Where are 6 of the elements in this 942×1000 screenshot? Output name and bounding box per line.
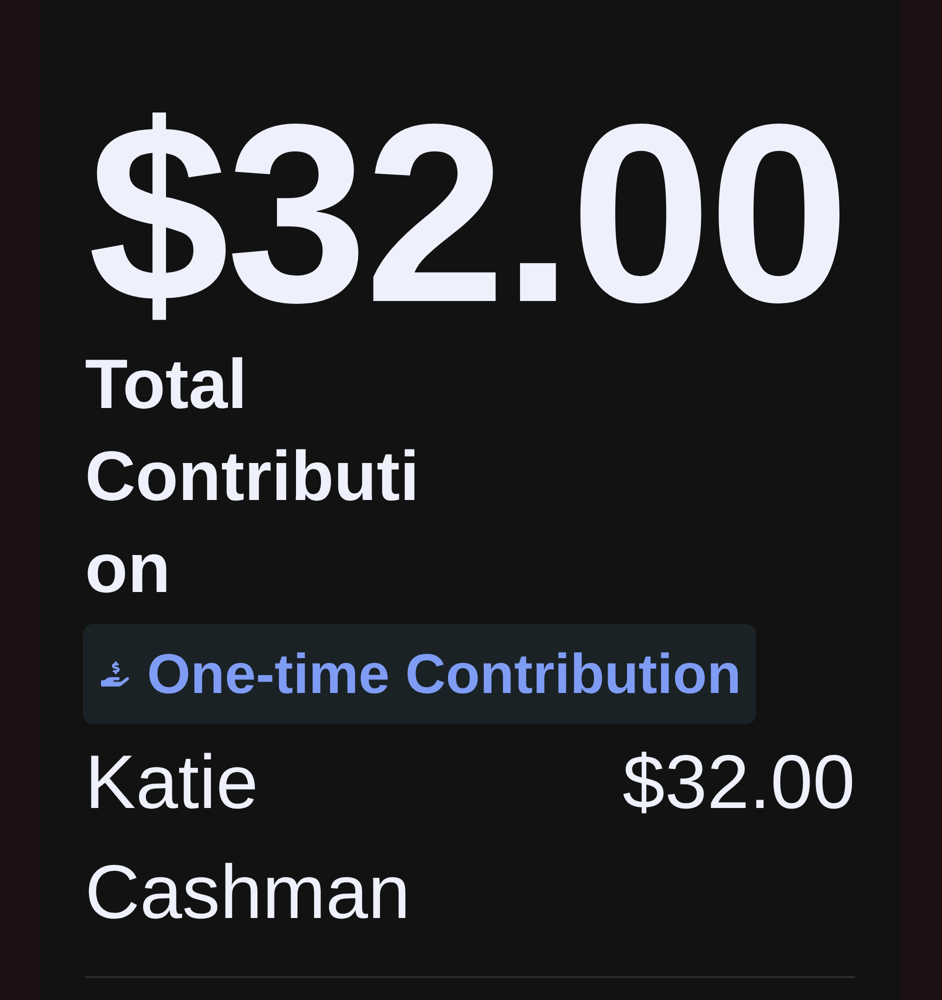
contributor-amount: $32.00 (622, 739, 855, 827)
contributor-name: Katie Cashman (85, 739, 412, 937)
total-amount: $32.00 (88, 88, 847, 338)
hand-dollar-icon (101, 660, 129, 688)
badge-label: One-time Contribution (147, 646, 742, 702)
total-heading: Total Contribution (85, 344, 420, 609)
